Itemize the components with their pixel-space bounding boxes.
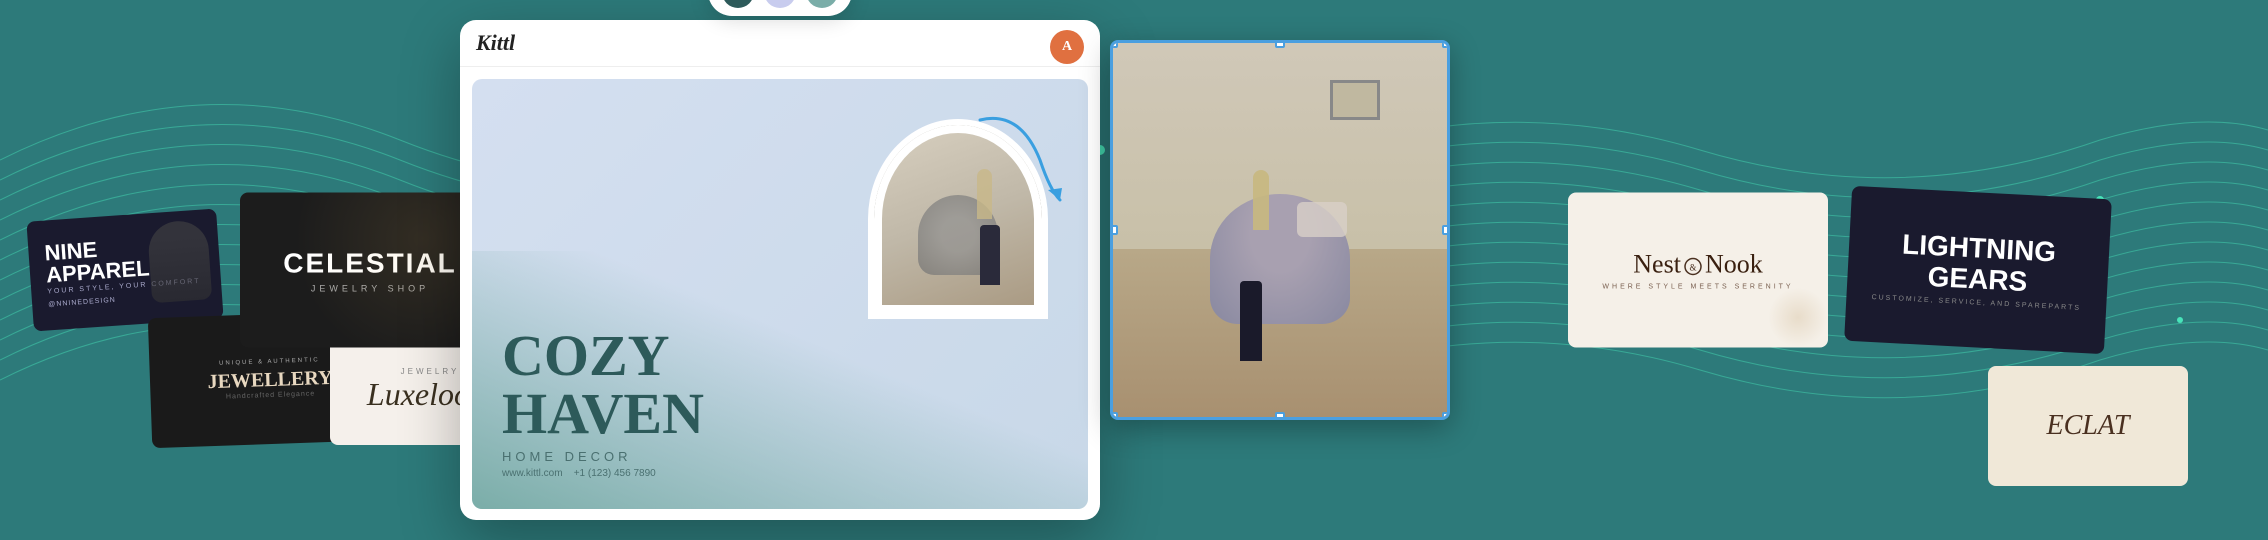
nest-nook-title: Nest & Nook [1633, 250, 1762, 280]
user-initial: A [1062, 39, 1072, 55]
kittl-logo: Kittl [476, 30, 515, 56]
lightning-gears-subtitle: CUSTOMIZE, SERVICE, AND SPAREPARTS [1871, 294, 2081, 312]
svg-text:&: & [1689, 263, 1696, 273]
selection-handle-bl [1110, 412, 1118, 420]
lightning-gears-title-line2: GEARS [1927, 262, 2028, 298]
upscaled-photo-panel[interactable]: 🌸 AI Image Upscaler Click to upscale blu… [1110, 40, 1450, 420]
selection-handle-ml [1110, 225, 1118, 235]
card-lightning-gears[interactable]: LIGHTNING GEARS CUSTOMIZE, SERVICE, AND … [1844, 186, 2112, 354]
selection-handle-bm [1275, 412, 1285, 420]
celestial-title: CELESTIAL [283, 247, 457, 279]
luxeloom-tag: JEWELRY [401, 367, 460, 376]
cozy-haven-title-line2: HAVEN [502, 385, 1058, 443]
eclat-title: ECLAT [2047, 410, 2130, 442]
cozy-haven-title-block: COZY HAVEN HOME DECOR www.kittl.com +1 (… [502, 327, 1058, 479]
swatch-dark-teal[interactable] [722, 0, 754, 8]
cozy-haven-contact: www.kittl.com +1 (123) 456 7890 [502, 468, 1058, 479]
user-avatar[interactable]: A [1050, 30, 1084, 64]
selection-handle-tm [1275, 40, 1285, 48]
upscale-arrow [960, 100, 1080, 220]
panel-header: Kittl A [460, 20, 1100, 67]
selection-handle-tl [1110, 40, 1118, 48]
nest-nook-subtitle: WHERE STYLE MEETS SERENITY [1602, 284, 1793, 291]
cozy-haven-subtitle: HOME DECOR [502, 449, 1058, 464]
main-editor-panel[interactable]: Kittl A COZY [460, 20, 1100, 520]
selection-handle-br [1442, 412, 1450, 420]
swatch-lavender[interactable] [764, 0, 796, 8]
selection-handle-mr [1442, 225, 1450, 235]
color-swatches-panel [708, 0, 852, 16]
upscaled-photo-image [1113, 43, 1447, 417]
card-nine-apparel[interactable]: NINE APPAREL YOUR STYLE, YOUR COMFORT @N… [26, 209, 223, 332]
celestial-subtitle: JEWELRY SHOP [311, 283, 429, 293]
cozy-haven-phone: +1 (123) 456 7890 [574, 468, 656, 479]
selection-handle-tr [1442, 40, 1450, 48]
cozy-haven-website: www.kittl.com [502, 468, 563, 479]
card-nest-nook[interactable]: Nest & Nook WHERE STYLE MEETS SERENITY [1568, 193, 1828, 348]
jewellery-badge: UNIQUE & AUTHENTIC [219, 357, 320, 367]
main-scene: NINE APPAREL YOUR STYLE, YOUR COMFORT @N… [0, 0, 2268, 540]
swatch-sage[interactable] [806, 0, 838, 8]
card-eclat[interactable]: ECLAT [1988, 366, 2188, 486]
cozy-haven-title-line1: COZY [502, 327, 1058, 385]
